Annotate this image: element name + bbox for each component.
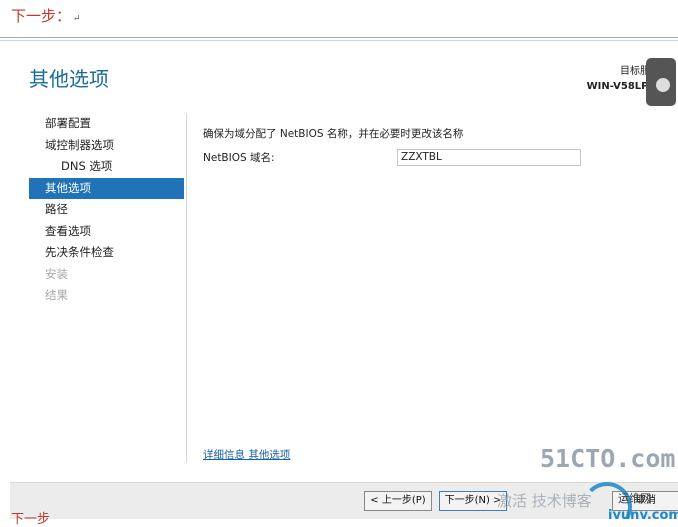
wizard-window: 其他选项 目标服务器 WIN-V58LP5SC 部署配置 域控制器选项 DNS … (10, 42, 678, 519)
watermark-brand: 运维网 (618, 492, 651, 505)
watermark-text: 激活 技术博客 (497, 492, 592, 510)
nav-item-results: 结果 (45, 288, 68, 302)
wizard-nav: 部署配置 域控制器选项 DNS 选项 其他选项 路径 查看选项 先决条件检查 安… (29, 113, 184, 307)
watermark-domain: iyunv.com (608, 508, 678, 519)
nav-item-dc-options[interactable]: 域控制器选项 (29, 135, 184, 157)
nav-item-prereq[interactable]: 先决条件检查 (29, 242, 184, 264)
document-header: 下一步： ↵ (0, 0, 678, 41)
nav-item-paths[interactable]: 路径 (29, 199, 184, 221)
document-footer-heading: 下一步 (11, 512, 51, 527)
document-heading: 下一步： ↵ (11, 7, 81, 25)
netbios-label: NetBIOS 域名: (203, 152, 275, 164)
document-divider (0, 37, 678, 38)
netbios-input[interactable]: ZZXTBL (397, 149, 581, 166)
prev-button[interactable]: < 上一步(P) (364, 491, 432, 511)
watermark-site: 51CTO.com (540, 444, 676, 473)
nav-item-review[interactable]: 查看选项 (29, 221, 184, 243)
nav-item-deployment[interactable]: 部署配置 (29, 113, 184, 135)
nav-item-install: 安装 (45, 266, 68, 281)
document-divider-2 (0, 40, 678, 41)
more-info-link[interactable]: 详细信息 其他选项 (203, 447, 290, 462)
nav-item-additional-options[interactable]: 其他选项 (29, 177, 184, 199)
overlay-scroll-icon[interactable] (646, 58, 676, 106)
nav-divider (186, 113, 187, 463)
nav-item-dns-options[interactable]: DNS 选项 (29, 156, 184, 178)
description-text: 确保为域分配了 NetBIOS 名称，并在必要时更改该名称 (203, 128, 464, 140)
page-title: 其他选项 (29, 67, 109, 91)
